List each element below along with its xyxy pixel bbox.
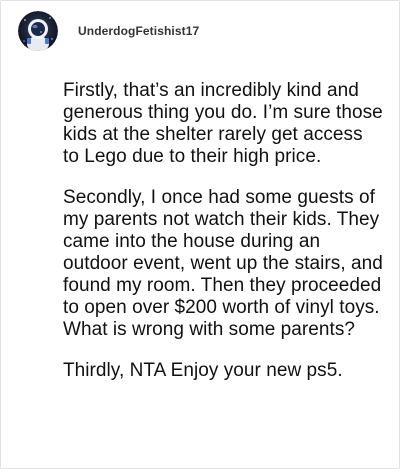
- comment-paragraph: Firstly, that’s an incredibly kind and g…: [63, 80, 383, 167]
- comment-paragraph: Thirdly, NTA Enjoy your new ps5.: [63, 360, 343, 381]
- comment-card: UnderdogFetishist17 Firstly, that’s an i…: [0, 0, 400, 469]
- comment-author[interactable]: UnderdogFetishist17: [78, 24, 199, 38]
- astronaut-avatar-icon[interactable]: [18, 11, 58, 51]
- comment-paragraph: Secondly, I once had some guests of my p…: [63, 187, 383, 340]
- comment-header: UnderdogFetishist17: [18, 11, 199, 51]
- comment-body: Firstly, that’s an incredibly kind and g…: [63, 80, 383, 382]
